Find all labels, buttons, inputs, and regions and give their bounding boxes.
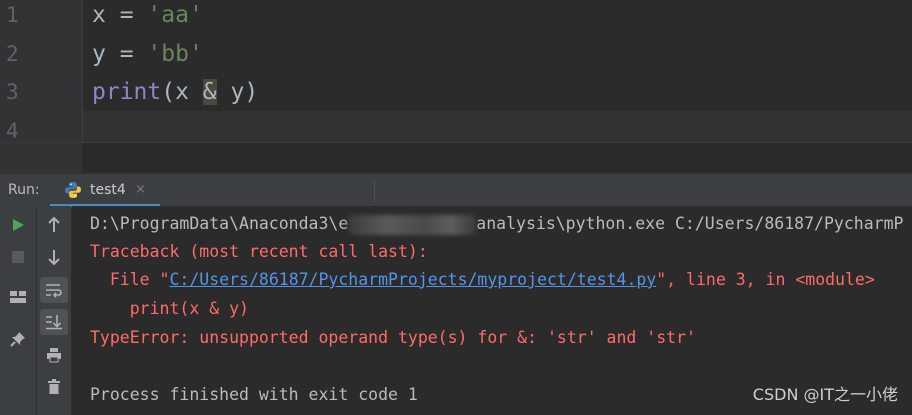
up-arrow-icon xyxy=(48,217,60,232)
code-token: = xyxy=(105,41,148,67)
clear-all-button[interactable] xyxy=(40,374,68,400)
code-line-2[interactable]: y = 'bb' xyxy=(92,35,203,73)
code-line-3[interactable]: print(x & y) xyxy=(92,73,258,111)
pin-button[interactable] xyxy=(4,326,32,352)
header-divider xyxy=(374,180,375,202)
pin-icon xyxy=(10,332,25,347)
rerun-button[interactable] xyxy=(4,212,32,238)
console-text: D:\ProgramData\Anaconda3\e xyxy=(90,214,349,233)
run-tool-window-header: Run: test4 × xyxy=(0,173,912,207)
close-icon[interactable]: × xyxy=(135,182,146,197)
python-icon xyxy=(65,182,81,198)
console-command-line: D:\ProgramData\Anaconda3\e analysis\pytho… xyxy=(90,214,903,235)
line-number: 1 xyxy=(6,3,19,27)
traceback-header: Traceback (most recent call last): xyxy=(90,242,428,261)
traceback-code-line: print(x & y) xyxy=(90,299,249,318)
code-token: y) xyxy=(216,79,259,105)
run-icon xyxy=(13,219,24,231)
code-token: = xyxy=(105,2,148,28)
soft-wrap-icon xyxy=(46,284,62,298)
down-arrow-icon xyxy=(48,250,60,265)
editor-blank-area xyxy=(0,142,912,174)
print-icon xyxy=(47,348,61,363)
line-number-gutter: 1 2 3 4 xyxy=(0,0,83,143)
code-token: x xyxy=(92,2,106,28)
error-message: TypeError: unsupported operand type(s) f… xyxy=(90,328,696,347)
line-number: 2 xyxy=(6,42,19,66)
builtin-function: print xyxy=(92,79,162,105)
watermark: CSDN @IT之一小佬 xyxy=(752,385,898,404)
console-text: File " xyxy=(90,270,170,289)
code-editor[interactable]: 1 2 3 4 x = 'aa' y = 'bb' print(x & y) xyxy=(0,0,912,143)
stop-button[interactable] xyxy=(4,244,32,270)
console-text: ", line 3, in <module> xyxy=(656,270,875,289)
layout-icon xyxy=(10,291,26,303)
run-toolbar-primary xyxy=(0,206,37,415)
file-link[interactable]: C:/Users/86187/PycharmProjects/myproject… xyxy=(169,270,656,289)
code-line-1[interactable]: x = 'aa' xyxy=(92,0,203,34)
previous-occurrence-button[interactable] xyxy=(40,212,68,238)
traceback-file-line: File "C:/Users/86187/PycharmProjects/myp… xyxy=(90,270,875,290)
print-button[interactable] xyxy=(40,342,68,368)
scroll-to-end-toggle[interactable] xyxy=(40,309,68,335)
stop-icon xyxy=(12,251,24,263)
code-token: y xyxy=(92,41,106,67)
layout-button[interactable] xyxy=(4,284,32,310)
soft-wrap-toggle[interactable] xyxy=(40,277,68,303)
code-token: (x xyxy=(161,79,203,105)
string-literal: 'aa' xyxy=(147,2,203,28)
current-line-highlight xyxy=(83,111,912,143)
string-literal: 'bb' xyxy=(147,41,203,67)
line-number: 3 xyxy=(6,80,19,104)
process-finished-message: Process finished with exit code 1 xyxy=(90,385,418,404)
run-tab-test4[interactable]: test4 × xyxy=(50,174,160,207)
run-tab-label: test4 xyxy=(90,182,126,198)
trash-icon xyxy=(48,379,60,394)
next-occurrence-button[interactable] xyxy=(40,244,68,270)
redacted-path xyxy=(348,214,477,235)
operator-highlight: & xyxy=(202,79,217,105)
run-label: Run: xyxy=(8,182,40,198)
console-text: analysis\python.exe C:/Users/86187/Pycha… xyxy=(476,214,904,233)
run-toolbar-secondary xyxy=(37,206,71,415)
scroll-to-end-icon xyxy=(46,315,62,330)
